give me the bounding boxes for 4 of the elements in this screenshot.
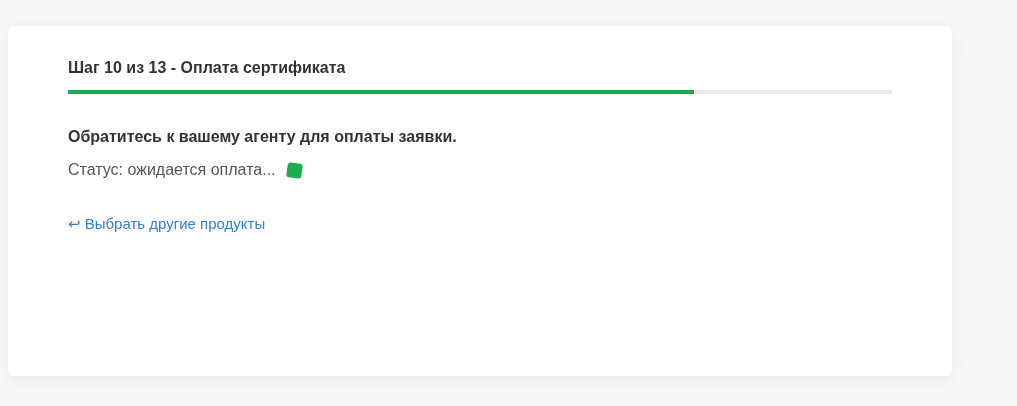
other-products-link[interactable]: ↩ Выбрать другие продукты (68, 215, 266, 233)
status-text: Статус: ожидается оплата... (68, 161, 276, 179)
step-title: Шаг 10 из 13 - Оплата сертификата (68, 58, 347, 78)
message-text: Обратитесь к вашему агенту для оплаты заявки. (68, 128, 458, 146)
